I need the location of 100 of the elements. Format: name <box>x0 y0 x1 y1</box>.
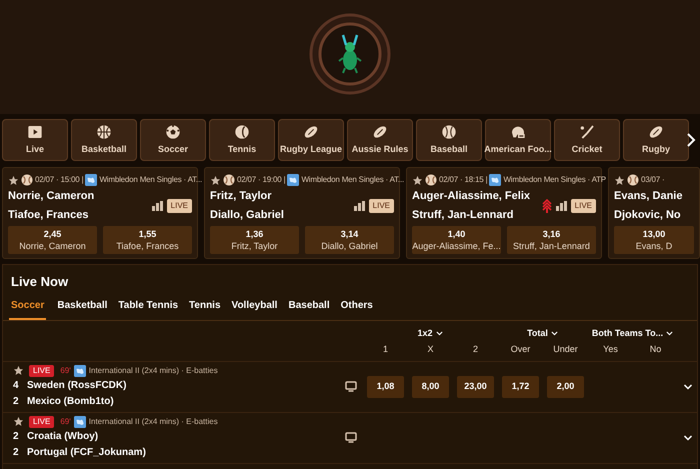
sport-tile[interactable]: American Foo... <box>485 119 551 161</box>
player-name: Auger-Aliassime, Felix <box>412 190 531 203</box>
odds-button[interactable]: 2,45 Norrie, Cameron <box>8 226 97 254</box>
sport-tile[interactable]: Live <box>2 119 68 161</box>
sport-tab[interactable]: Volleyball <box>232 298 278 320</box>
odds-button[interactable]: 1,08 <box>367 376 404 398</box>
column-header: 1 <box>382 343 388 356</box>
team-score: 2 <box>13 394 19 408</box>
play-icon <box>27 124 43 140</box>
match-time: 02/07 · 18:15 | <box>439 174 488 186</box>
sport-tab[interactable]: Others <box>340 298 373 320</box>
tennis-ball-icon <box>425 174 437 186</box>
beetle-logo-icon[interactable] <box>309 13 391 95</box>
market-dropdown[interactable]: Total <box>527 326 559 340</box>
column-header: No <box>650 343 662 356</box>
sport-tab[interactable]: Baseball <box>288 298 330 320</box>
globe-icon <box>74 364 86 376</box>
match-time: 02/07 · 19:00 | <box>237 174 286 186</box>
sport-tile[interactable]: Soccer <box>140 119 206 161</box>
odds-button[interactable]: 3,16 Struff, Jan-Lennard <box>507 226 596 254</box>
sport-tile[interactable]: Basketball <box>71 119 137 161</box>
odds-button[interactable]: 1,40 Auger-Aliassime, Fe... <box>412 226 501 254</box>
sport-tile[interactable]: Tennis <box>209 119 275 161</box>
odds-button[interactable]: 3,14 Diallo, Gabriel <box>305 226 394 254</box>
team-name: Mexico (Bomb1to) <box>27 394 114 408</box>
team-name: Croatia (Wboy) <box>27 430 98 444</box>
match-time: 02/07 · 15:00 | <box>35 174 84 186</box>
odds-button[interactable]: 13,00 Evans, D <box>614 226 694 254</box>
sport-tab[interactable]: Table Tennis <box>118 298 178 320</box>
star-icon[interactable] <box>412 174 423 186</box>
sport-tile[interactable]: Rugby League <box>278 119 344 161</box>
star-icon[interactable] <box>13 416 24 427</box>
sport-tile[interactable]: Rugby <box>623 119 689 161</box>
star-icon[interactable] <box>210 174 221 186</box>
player-name: Diallo, Gabriel <box>210 209 285 222</box>
league-name: International II (2x4 mins) · E-batties <box>88 364 218 376</box>
section-title: Live Now <box>10 273 70 291</box>
odds-button[interactable]: 23,00 <box>457 376 494 398</box>
sport-tile[interactable]: Aussie Rules <box>347 119 413 161</box>
market-dropdown[interactable]: 1x2 <box>417 326 444 340</box>
star-icon[interactable] <box>13 365 24 376</box>
sport-tab[interactable]: Soccer <box>9 298 46 320</box>
match-minute: 69' <box>60 364 71 376</box>
baseball-icon <box>441 124 457 140</box>
sport-tile[interactable]: Cricket <box>554 119 620 161</box>
odds-button[interactable]: 1,72 <box>502 376 539 398</box>
player-name: Struff, Jan-Lennard <box>412 209 514 222</box>
soccer-ball-icon <box>165 124 181 140</box>
team-score: 2 <box>13 446 19 460</box>
sport-tab[interactable]: Tennis <box>189 298 221 320</box>
chevron-down-icon[interactable] <box>665 328 674 338</box>
team-score: 2 <box>13 430 19 444</box>
column-header: X <box>427 343 434 356</box>
match-card[interactable]: 03/07 · Evans, Danie Djokovic, No 13,00 Evans, D <box>608 167 700 259</box>
column-header: Over <box>510 343 530 356</box>
market-dropdown[interactable]: Both Teams To... <box>592 326 674 340</box>
rugby-ball-icon <box>303 124 319 140</box>
cricket-bat-icon <box>579 124 595 140</box>
league-name: International II (2x4 mins) · E-batties <box>88 416 218 428</box>
chevron-down-icon[interactable] <box>434 328 444 338</box>
odds-button[interactable]: 8,00 <box>412 376 449 398</box>
tennis-ball-icon <box>223 174 235 186</box>
team-name: Portugal (FCF_Jokunam) <box>27 446 146 460</box>
helmet-icon <box>510 124 526 140</box>
stats-icon[interactable] <box>354 201 365 211</box>
odds-button[interactable]: 1,36 Fritz, Taylor <box>210 226 299 254</box>
column-header: Under <box>553 343 578 356</box>
live-badge: LIVE <box>29 364 54 376</box>
chevron-down-icon[interactable] <box>550 328 559 338</box>
globe-icon <box>85 174 98 186</box>
tv-icon[interactable] <box>345 432 357 443</box>
star-icon[interactable] <box>8 174 19 186</box>
player-name: Evans, Danie <box>614 190 684 203</box>
stats-icon[interactable] <box>556 201 567 211</box>
star-icon[interactable] <box>614 174 625 186</box>
sport-tab[interactable]: Basketball <box>57 298 108 320</box>
tennis-ball-icon <box>234 124 250 140</box>
sport-tile[interactable]: Baseball <box>416 119 482 161</box>
rugby-ball-icon <box>372 124 388 140</box>
match-minute: 69' <box>60 416 71 428</box>
odds-button[interactable]: 2,00 <box>547 376 584 398</box>
column-header: Yes <box>603 343 618 356</box>
match-time: 03/07 · <box>641 174 665 186</box>
player-name: Norrie, Cameron <box>8 190 96 203</box>
column-header: 2 <box>472 343 478 356</box>
globe-icon <box>74 416 86 428</box>
player-name: Tiafoe, Frances <box>8 209 90 222</box>
globe-icon <box>489 174 502 186</box>
chevron-right-icon[interactable] <box>686 133 696 147</box>
globe-icon <box>287 174 300 186</box>
tennis-ball-icon <box>627 174 639 186</box>
stats-icon[interactable] <box>152 201 163 211</box>
team-name: Sweden (RossFCDK) <box>27 378 126 392</box>
live-badge: LIVE <box>166 199 192 213</box>
live-badge: LIVE <box>570 199 596 213</box>
odds-button[interactable]: 1,55 Tiafoe, Frances <box>103 226 192 254</box>
live-badge: LIVE <box>368 199 394 213</box>
rugby-ball-icon <box>648 124 664 140</box>
tv-icon[interactable] <box>345 381 357 392</box>
player-name: Fritz, Taylor <box>210 190 273 203</box>
